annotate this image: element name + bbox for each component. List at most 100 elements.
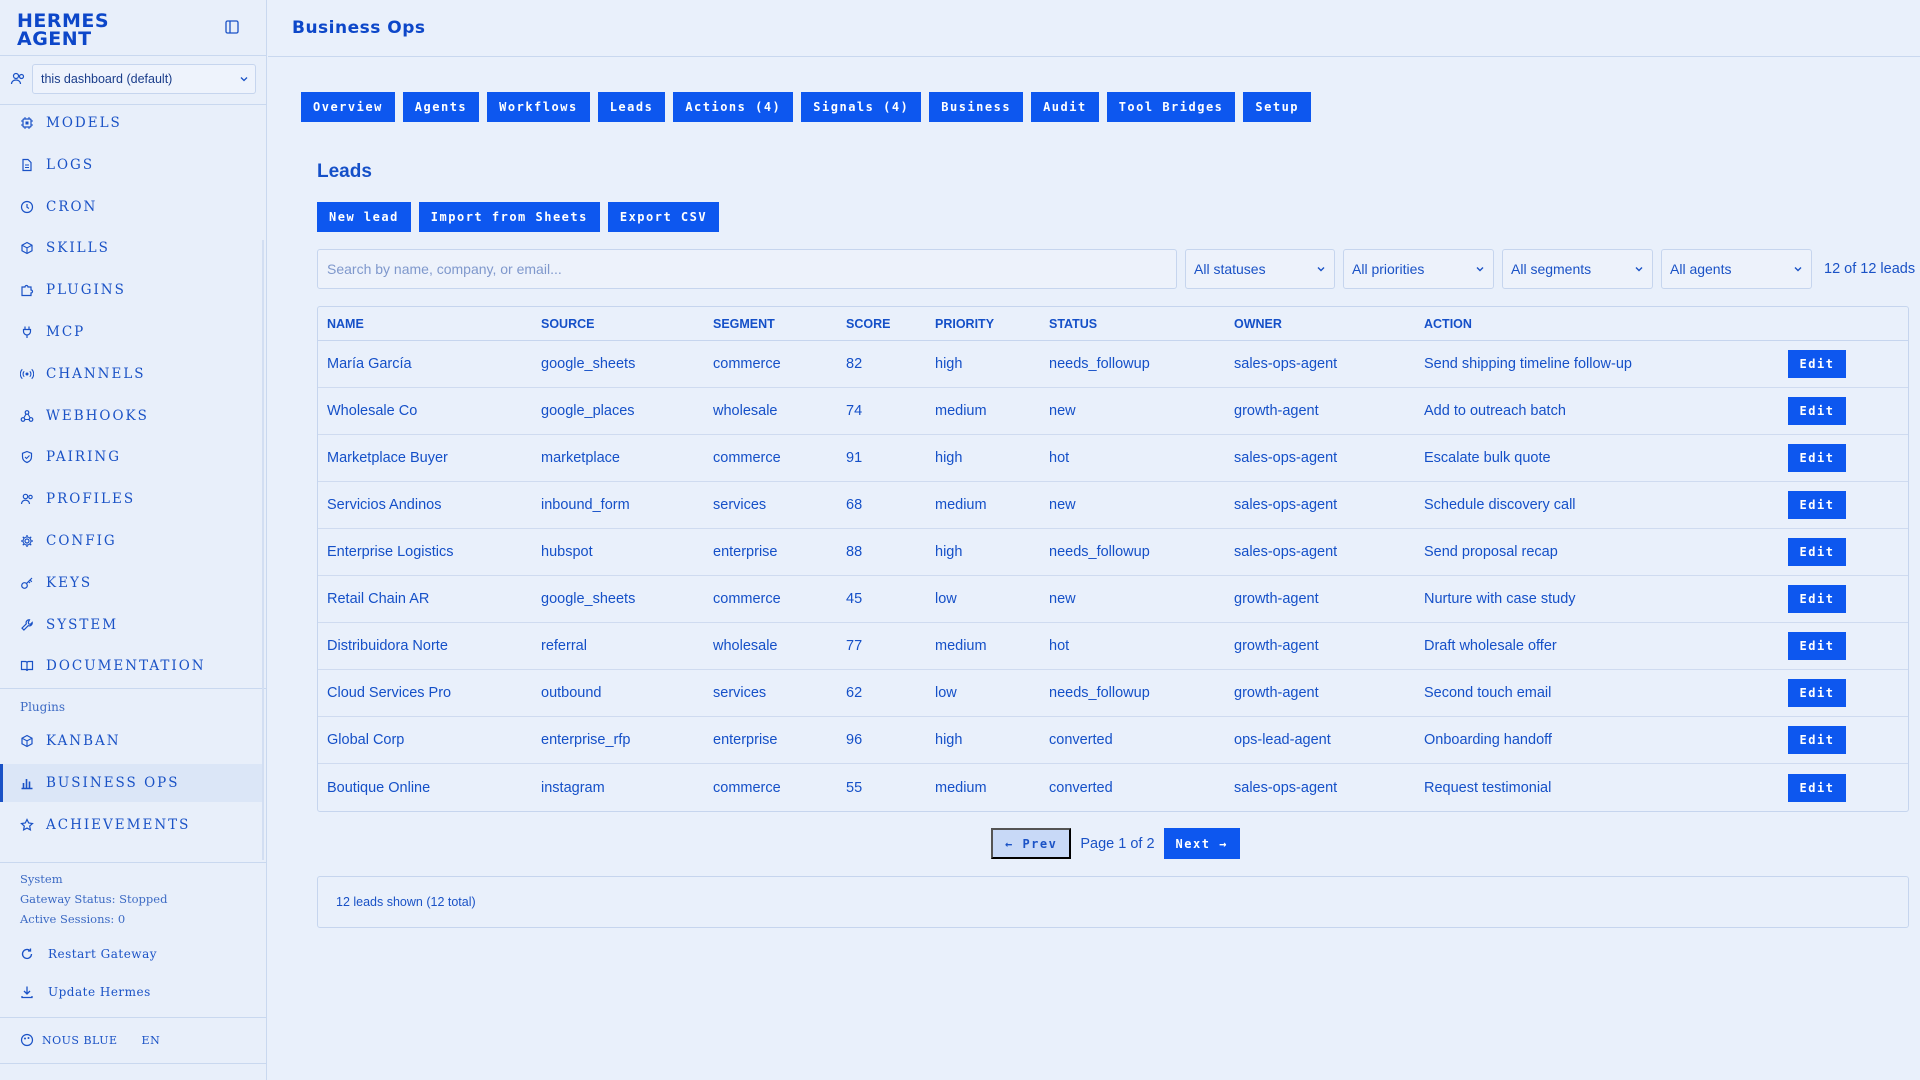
cell-name[interactable]: Boutique Online [318,780,541,796]
sidebar-item-label: LOGS [46,156,95,173]
cell-name[interactable]: María García [318,356,541,372]
sidebar-item-mcp[interactable]: MCP [0,313,262,351]
sidebar-item-plugins[interactable]: PLUGINS [0,271,262,309]
column-header-name[interactable]: NAME [318,317,541,331]
export-csv-button[interactable]: Export CSV [607,202,720,232]
sidebar-item-models[interactable]: MODELS [0,104,262,142]
pagination: ← Prev Page 1 of 2 Next → [991,828,1240,859]
cell-segment: commerce [713,450,781,466]
package-icon [20,241,34,255]
cell-name[interactable]: Retail Chain AR [318,591,541,607]
edit-button[interactable]: Edit [1788,726,1846,754]
tab-bar: Overview Agents Workflows Leads Actions (4) S… [301,92,1312,122]
tab-overview[interactable]: Overview [301,92,395,122]
agent-filter[interactable]: All agents [1661,249,1812,289]
sidebar-scrollbar[interactable] [262,240,264,860]
sidebar-item-cron[interactable]: CRON [0,188,262,226]
cell-priority: high [935,450,963,466]
sidebar-item-channels[interactable]: CHANNELS [0,355,262,393]
workspace-selector: this dashboard (default) [10,64,256,94]
tab-business[interactable]: Business [929,92,1024,122]
edit-button[interactable]: Edit [1788,585,1846,613]
edit-button[interactable]: Edit [1788,350,1846,378]
theme-switcher[interactable]: NOUS BLUE EN [20,1033,160,1047]
status-filter[interactable]: All statuses [1185,249,1335,289]
edit-button[interactable]: Edit [1788,538,1846,566]
column-header-segment[interactable]: SEGMENT [713,317,846,331]
sidebar-item-config[interactable]: CONFIG [0,522,262,560]
edit-button[interactable]: Edit [1788,444,1846,472]
edit-button[interactable]: Edit [1788,679,1846,707]
edit-button[interactable]: Edit [1788,632,1846,660]
cell-status: new [1049,403,1076,419]
chevron-down-icon [239,74,249,84]
segment-filter[interactable]: All segments [1502,249,1653,289]
priority-filter[interactable]: All priorities [1343,249,1494,289]
cell-segment: wholesale [713,638,778,654]
cell-status: new [1049,497,1076,513]
edit-button[interactable]: Edit [1788,397,1846,425]
language-toggle[interactable]: EN [142,1034,161,1047]
tab-workflows[interactable]: Workflows [487,92,590,122]
table-row: Distribuidora Norte referral wholesale 77 me… [318,623,1908,670]
cell-owner: growth-agent [1234,685,1319,701]
search-input[interactable]: Search by name, company, or email... [317,249,1177,289]
sidebar-item-webhooks[interactable]: WEBHOOKS [0,397,262,435]
column-header-priority[interactable]: PRIORITY [935,317,1049,331]
prev-page-button[interactable]: ← Prev [991,828,1072,859]
sidebar-item-pairing[interactable]: PAIRING [0,438,262,476]
next-page-button[interactable]: Next → [1163,828,1240,859]
cell-score: 45 [846,591,863,607]
column-header-source[interactable]: SOURCE [541,317,713,331]
tab-audit[interactable]: Audit [1031,92,1099,122]
column-header-action[interactable]: ACTION [1424,317,1788,331]
sidebar-item-achievements[interactable]: ACHIEVEMENTS [0,806,262,844]
sidebar-item-keys[interactable]: KEYS [0,564,262,602]
sidebar-item-skills[interactable]: SKILLS [0,229,262,267]
tab-actions-4[interactable]: Actions (4) [673,92,794,122]
palette-icon [20,1033,34,1047]
column-header-owner[interactable]: OWNER [1234,317,1424,331]
cell-action: Escalate bulk quote [1424,450,1551,466]
sidebar-item-kanban[interactable]: KANBAN [0,722,262,760]
sidebar-item-profiles[interactable]: PROFILES [0,480,262,518]
workspace-select[interactable]: this dashboard (default) [32,64,256,94]
update-hermes-button[interactable]: Update Hermes [20,985,151,999]
column-header-status[interactable]: STATUS [1049,317,1234,331]
clock-icon [20,200,34,214]
chevron-down-icon [1475,264,1485,274]
sidebar-item-system[interactable]: SYSTEM [0,606,262,644]
cell-name[interactable]: Enterprise Logistics [318,544,541,560]
edit-button[interactable]: Edit [1788,773,1846,802]
tab-agents[interactable]: Agents [402,92,480,122]
edit-button[interactable]: Edit [1788,491,1846,519]
cell-name[interactable]: Global Corp [318,732,541,748]
column-header-score[interactable]: SCORE [846,317,935,331]
cell-source: inbound_form [541,497,630,513]
app-logo[interactable]: HERMES AGENT [17,12,109,49]
cell-name[interactable]: Wholesale Co [318,403,541,419]
cell-segment: wholesale [713,403,778,419]
cell-name[interactable]: Distribuidora Norte [318,638,541,654]
tab-leads[interactable]: Leads [597,92,666,122]
cell-name[interactable]: Marketplace Buyer [318,450,541,466]
theme-label: NOUS BLUE [42,1033,118,1047]
import-sheets-button[interactable]: Import from Sheets [418,202,600,232]
tab-setup[interactable]: Setup [1243,92,1312,122]
tab-signals-4[interactable]: Signals (4) [801,92,922,122]
sidebar-item-business-ops[interactable]: BUSINESS OPS [0,763,262,802]
restart-gateway-button[interactable]: Restart Gateway [20,947,157,961]
cell-owner: sales-ops-agent [1234,544,1338,560]
tab-tool-bridges[interactable]: Tool Bridges [1106,92,1236,122]
table-row: Boutique Online instagram commerce 55 medium… [318,764,1908,811]
sidebar-toggle-icon[interactable] [224,19,240,35]
users-icon [10,71,26,87]
sidebar-item-label: CHANNELS [46,365,146,382]
table-row: Global Corp enterprise_rfp enterprise 96 hig… [318,717,1908,764]
new-lead-button[interactable]: New lead [317,202,411,232]
sidebar-item-documentation[interactable]: DOCUMENTATION [0,647,262,685]
cell-name[interactable]: Cloud Services Pro [318,685,541,701]
sidebar-item-label: DOCUMENTATION [46,658,206,675]
cell-name[interactable]: Servicios Andinos [318,497,541,513]
sidebar-item-logs[interactable]: LOGS [0,146,262,184]
